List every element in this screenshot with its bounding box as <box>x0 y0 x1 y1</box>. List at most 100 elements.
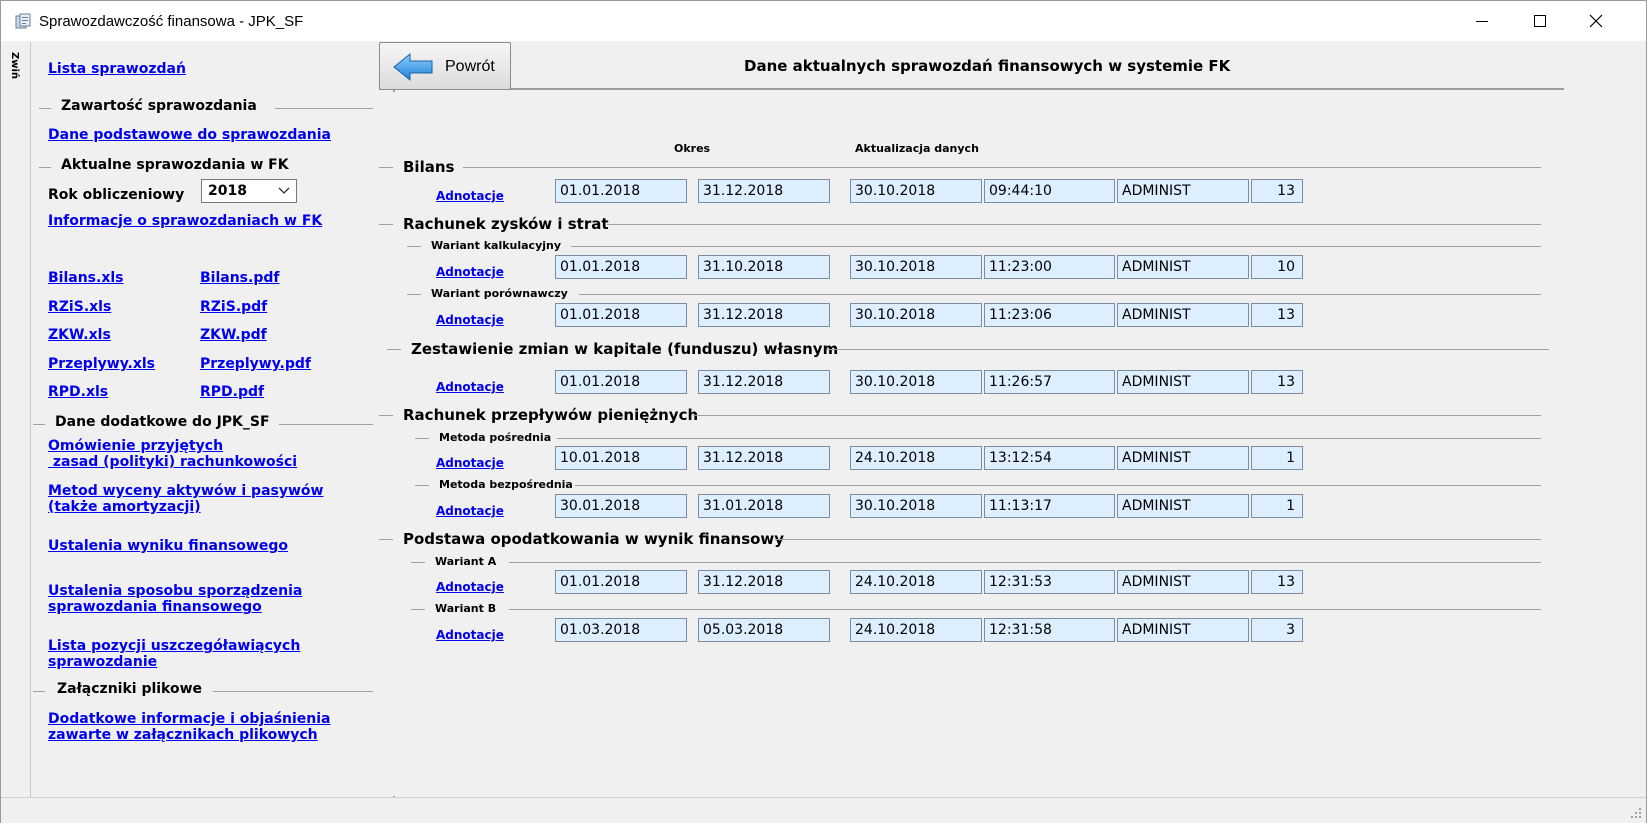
zkw-pdf-link[interactable]: ZKW.pdf <box>200 327 267 343</box>
list-reports-link[interactable]: Lista sprawozdań <box>48 61 186 77</box>
group-current: Aktualne sprawozdania w FK <box>39 157 373 177</box>
financial-result-link[interactable]: Ustalenia wyniku finansowego <box>48 538 288 554</box>
adnotacje-link-cashflow-posrednia[interactable]: Adnotacje <box>436 456 504 470</box>
year-select[interactable]: 2018 <box>201 179 297 203</box>
adnotacje-link-rzis-kalkulacyjny[interactable]: Adnotacje <box>436 265 504 279</box>
count-field[interactable]: 1 <box>1251 446 1303 470</box>
close-button[interactable] <box>1567 1 1625 41</box>
period-to-field[interactable]: 31.12.2018 <box>698 303 830 327</box>
user-field[interactable]: ADMINIST <box>1117 446 1249 470</box>
title-bar: Sprawozdawczość finansowa - JPK_SF <box>1 1 1646 41</box>
sub-wariant-kalkulacyjny: Wariant kalkulacyjny <box>431 239 562 252</box>
bilans-pdf-link[interactable]: Bilans.pdf <box>200 270 279 286</box>
period-from-field[interactable]: 10.01.2018 <box>555 446 687 470</box>
back-button[interactable]: Powrót <box>379 42 511 90</box>
section-bilans: Bilans <box>403 158 455 176</box>
period-from-field[interactable]: 01.01.2018 <box>555 370 687 394</box>
count-field[interactable]: 3 <box>1251 618 1303 642</box>
update-time-field[interactable]: 09:44:10 <box>984 179 1115 203</box>
year-label: Rok obliczeniowy <box>48 187 185 203</box>
update-time-field[interactable]: 13:12:54 <box>984 446 1115 470</box>
period-from-field[interactable]: 30.01.2018 <box>555 494 687 518</box>
preparation-method-link[interactable]: Ustalenia sposobu sporządzenia sprawozda… <box>48 583 302 615</box>
rpd-xls-link[interactable]: RPD.xls <box>48 384 108 400</box>
valuation-methods-link[interactable]: Metod wyceny aktywów i pasywów (także am… <box>48 483 323 515</box>
period-from-field[interactable]: 01.03.2018 <box>555 618 687 642</box>
period-to-field[interactable]: 31.12.2018 <box>698 446 830 470</box>
detail-items-link[interactable]: Lista pozycji uszczegóławiących sprawozd… <box>48 638 300 670</box>
app-icon <box>15 13 31 29</box>
adnotacje-link-cashflow-bezposrednia[interactable]: Adnotacje <box>436 504 504 518</box>
count-field[interactable]: 13 <box>1251 370 1303 394</box>
adnotacje-link-bilans[interactable]: Adnotacje <box>436 189 504 203</box>
rzis-pdf-link[interactable]: RZiS.pdf <box>200 299 267 315</box>
maximize-button[interactable] <box>1511 1 1569 41</box>
period-to-field[interactable]: 31.10.2018 <box>698 255 830 279</box>
chevron-down-icon <box>278 187 290 194</box>
update-date-field[interactable]: 24.10.2018 <box>850 570 982 594</box>
count-field[interactable]: 13 <box>1251 303 1303 327</box>
period-from-field[interactable]: 01.01.2018 <box>555 255 687 279</box>
user-field[interactable]: ADMINIST <box>1117 370 1249 394</box>
update-date-field[interactable]: 30.10.2018 <box>850 494 982 518</box>
adnotacje-link-rzis-porownawczy[interactable]: Adnotacje <box>436 313 504 327</box>
period-to-field[interactable]: 31.01.2018 <box>698 494 830 518</box>
period-to-field[interactable]: 31.12.2018 <box>698 370 830 394</box>
info-reports-link[interactable]: Informacje o sprawozdaniach w FK <box>48 213 322 229</box>
rpd-pdf-link[interactable]: RPD.pdf <box>200 384 264 400</box>
section-tax-base: Podstawa opodatkowania w wynik finansowy <box>403 530 785 548</box>
period-from-field[interactable]: 01.01.2018 <box>555 570 687 594</box>
update-time-field[interactable]: 12:31:58 <box>984 618 1115 642</box>
update-date-field[interactable]: 30.10.2018 <box>850 303 982 327</box>
przeplywy-xls-link[interactable]: Przeplywy.xls <box>48 356 155 372</box>
resize-grip-icon[interactable] <box>1630 807 1642 819</box>
count-field[interactable]: 13 <box>1251 179 1303 203</box>
bilans-xls-link[interactable]: Bilans.xls <box>48 270 124 286</box>
update-time-field[interactable]: 11:23:06 <box>984 303 1115 327</box>
update-date-field[interactable]: 24.10.2018 <box>850 618 982 642</box>
adnotacje-link-tax-wariant-b[interactable]: Adnotacje <box>436 628 504 642</box>
period-to-field[interactable]: 31.12.2018 <box>698 179 830 203</box>
count-field[interactable]: 10 <box>1251 255 1303 279</box>
zkw-xls-link[interactable]: ZKW.xls <box>48 327 111 343</box>
basic-data-link[interactable]: Dane podstawowe do sprawozdania <box>48 127 331 143</box>
adnotacje-link-tax-wariant-a[interactable]: Adnotacje <box>436 580 504 594</box>
rzis-xls-link[interactable]: RZiS.xls <box>48 299 111 315</box>
section-cashflow: Rachunek przepływów pieniężnych <box>403 406 699 424</box>
minimize-button[interactable] <box>1453 1 1511 41</box>
collapse-rail[interactable]: Zwiń <box>1 42 31 797</box>
user-field[interactable]: ADMINIST <box>1117 618 1249 642</box>
app-window: Sprawozdawczość finansowa - JPK_SF Zwiń … <box>0 0 1647 823</box>
user-field[interactable]: ADMINIST <box>1117 494 1249 518</box>
update-time-field[interactable]: 12:31:53 <box>984 570 1115 594</box>
update-date-field[interactable]: 30.10.2018 <box>850 179 982 203</box>
update-time-field[interactable]: 11:13:17 <box>984 494 1115 518</box>
user-field[interactable]: ADMINIST <box>1117 179 1249 203</box>
group-current-title: Aktualne sprawozdania w FK <box>61 157 289 173</box>
count-field[interactable]: 1 <box>1251 494 1303 518</box>
accounting-policy-link[interactable]: Omówienie przyjętych zasad (polityki) ra… <box>48 438 297 470</box>
update-time-field[interactable]: 11:26:57 <box>984 370 1115 394</box>
user-field[interactable]: ADMINIST <box>1117 255 1249 279</box>
attachments-link[interactable]: Dodatkowe informacje i objaśnienia zawar… <box>48 711 331 743</box>
collapse-label[interactable]: Zwiń <box>9 52 20 79</box>
count-field[interactable]: 13 <box>1251 570 1303 594</box>
update-time-field[interactable]: 11:23:00 <box>984 255 1115 279</box>
page-title: Dane aktualnych sprawozdań finansowych w… <box>744 57 1231 75</box>
sub-metoda-posrednia: Metoda pośrednia <box>439 431 552 444</box>
period-to-field[interactable]: 31.12.2018 <box>698 570 830 594</box>
user-field[interactable]: ADMINIST <box>1117 570 1249 594</box>
group-extra: Dane dodatkowe do JPK_SF <box>33 414 373 434</box>
period-to-field[interactable]: 05.03.2018 <box>698 618 830 642</box>
period-from-field[interactable]: 01.01.2018 <box>555 179 687 203</box>
period-from-field[interactable]: 01.01.2018 <box>555 303 687 327</box>
user-field[interactable]: ADMINIST <box>1117 303 1249 327</box>
group-content-title: Zawartość sprawozdania <box>61 98 257 114</box>
przeplywy-pdf-link[interactable]: Przeplywy.pdf <box>200 356 311 372</box>
status-bar <box>1 797 1646 823</box>
group-extra-title: Dane dodatkowe do JPK_SF <box>55 414 270 430</box>
update-date-field[interactable]: 30.10.2018 <box>850 370 982 394</box>
adnotacje-link-zkw[interactable]: Adnotacje <box>436 380 504 394</box>
update-date-field[interactable]: 30.10.2018 <box>850 255 982 279</box>
update-date-field[interactable]: 24.10.2018 <box>850 446 982 470</box>
